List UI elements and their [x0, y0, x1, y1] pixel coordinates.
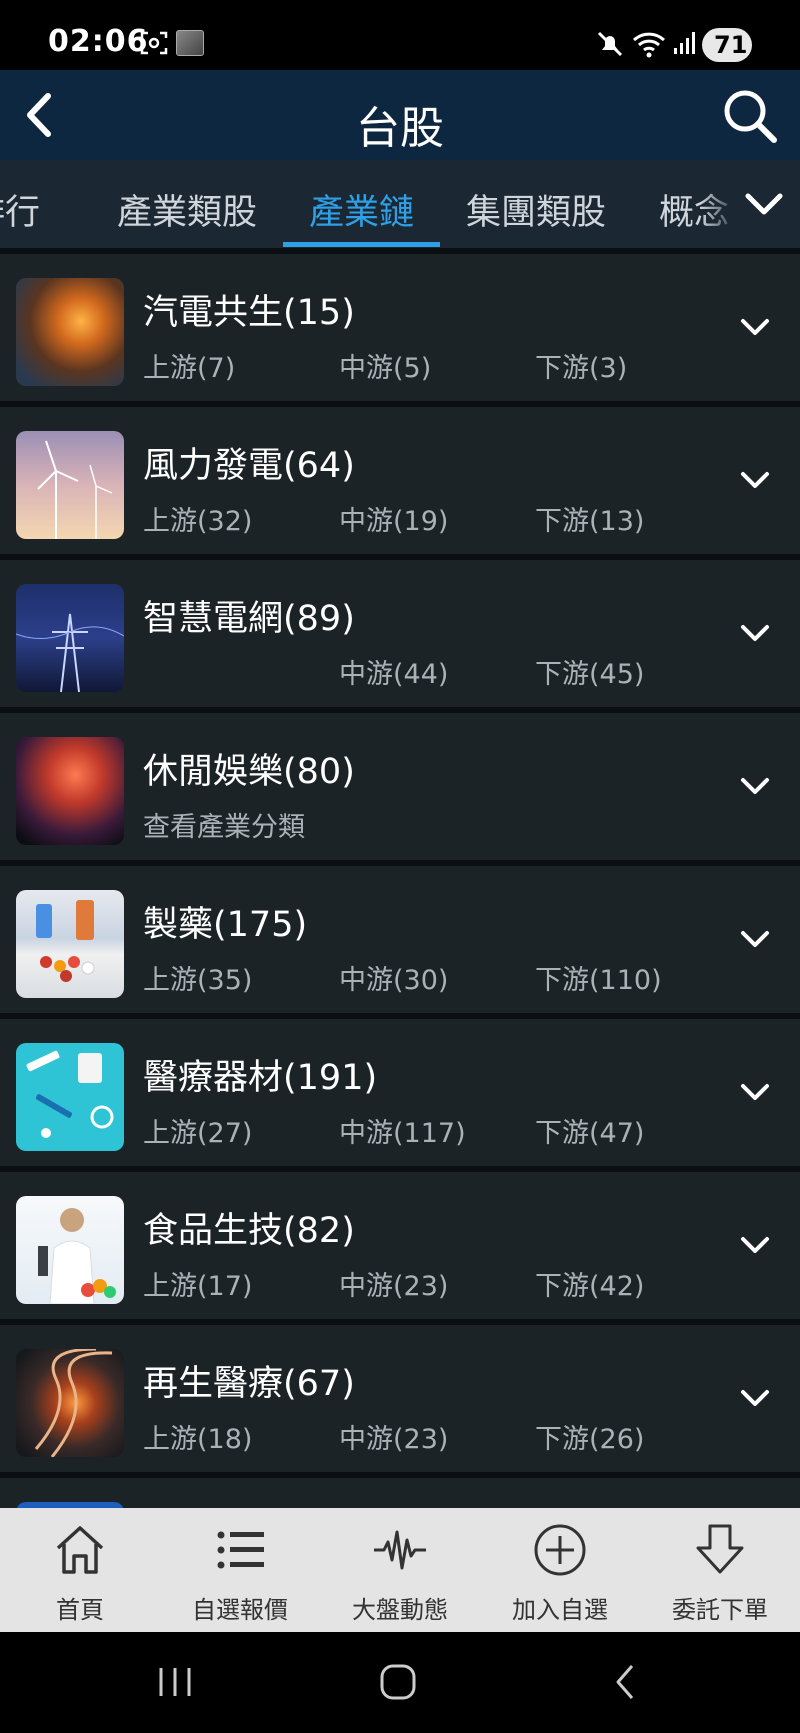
tab-industry-chain[interactable]: 產業鏈 [309, 184, 414, 235]
tab-ranking[interactable]: 排行 [0, 184, 40, 235]
upstream-count[interactable]: 上游(7) [143, 346, 235, 385]
midstream-count[interactable]: 中游(23) [339, 1417, 448, 1456]
pills-graphic [36, 900, 95, 982]
page-title: 台股 [356, 103, 444, 154]
tab-group-stocks[interactable]: 集團類股 [466, 184, 606, 235]
chevron-down-icon[interactable] [738, 928, 772, 950]
nav-label: 大盤動態 [352, 1596, 448, 1624]
category-tab-bar: 排行 產業類股 產業鏈 集團類股 概念 [0, 160, 800, 248]
status-bar: 02:06 71 [0, 0, 800, 70]
industry-thumbnail [16, 1043, 124, 1151]
upstream-count[interactable]: 上游(32) [143, 499, 252, 538]
industry-card-cogeneration[interactable]: 汽電共生(15) 上游(7) 中游(5) 下游(3) [0, 254, 800, 401]
power-tower-graphic [16, 613, 124, 692]
app-header: 台股 [0, 70, 800, 160]
industry-card-pharmaceuticals[interactable]: 製藥(175) 上游(35) 中游(30) 下游(110) [0, 866, 800, 1013]
screenshot-icon [140, 31, 168, 55]
status-time: 02:06 [48, 24, 149, 59]
system-navigation-bar [0, 1632, 800, 1733]
downstream-count[interactable]: 下游(13) [535, 499, 644, 538]
upstream-count[interactable]: 上游(35) [143, 958, 252, 997]
system-back-icon[interactable] [606, 1662, 646, 1702]
industry-card-partial[interactable] [0, 1478, 800, 1508]
recent-apps-icon[interactable] [155, 1664, 195, 1700]
chevron-down-icon[interactable] [738, 622, 772, 644]
chevron-down-icon[interactable] [738, 1081, 772, 1103]
pulse-icon [374, 1530, 426, 1570]
midstream-count[interactable]: 中游(117) [339, 1111, 466, 1150]
midstream-count[interactable]: 中游(44) [339, 652, 448, 691]
nav-add-watchlist[interactable]: 加入自選 [480, 1508, 640, 1632]
downstream-count[interactable]: 下游(3) [535, 346, 627, 385]
bottom-navigation: 首頁 自選報價 大盤動態 加入自選 委託下單 [0, 1508, 800, 1632]
search-icon[interactable] [720, 86, 780, 146]
industry-name: 醫療器材(191) [143, 1058, 378, 1098]
upstream-count[interactable]: 上游(27) [143, 1111, 252, 1150]
industry-name: 智慧電網(89) [143, 599, 355, 639]
battery-indicator: 71 [702, 28, 752, 62]
chevron-down-icon[interactable] [738, 469, 772, 491]
nav-label: 自選報價 [192, 1596, 288, 1624]
active-tab-indicator [283, 242, 440, 247]
home-icon [56, 1526, 104, 1574]
downstream-count[interactable]: 下游(47) [535, 1111, 644, 1150]
download-arrow-icon [696, 1524, 744, 1574]
wifi-icon [632, 32, 666, 58]
industry-card-smart-grid[interactable]: 智慧電網(89) 中游(44) 下游(45) [0, 560, 800, 707]
nav-label: 委託下單 [672, 1596, 768, 1624]
wind-turbine-graphic [37, 440, 113, 539]
nav-home[interactable]: 首頁 [0, 1508, 160, 1632]
industry-card-medical-devices[interactable]: 醫療器材(191) 上游(27) 中游(117) 下游(47) [0, 1019, 800, 1166]
view-classification-link[interactable]: 查看產業分類 [143, 805, 305, 844]
mute-icon [597, 31, 623, 57]
gallery-thumbnail-icon [176, 30, 204, 56]
nav-watchlist[interactable]: 自選報價 [160, 1508, 320, 1632]
industry-name: 製藥(175) [143, 905, 308, 945]
downstream-count[interactable]: 下游(110) [535, 958, 662, 997]
industry-thumbnail [16, 1349, 124, 1457]
chevron-down-icon[interactable] [738, 316, 772, 338]
tab-industry-sectors[interactable]: 產業類股 [117, 184, 257, 235]
scientist-graphic [38, 1208, 116, 1304]
industry-card-regenerative-medicine[interactable]: 再生醫療(67) 上游(18) 中游(23) 下游(26) [0, 1325, 800, 1472]
list-icon [217, 1531, 264, 1569]
downstream-count[interactable]: 下游(26) [535, 1417, 644, 1456]
add-circle-icon [534, 1524, 586, 1576]
nav-label: 首頁 [56, 1596, 104, 1624]
nav-label: 加入自選 [512, 1596, 608, 1624]
industry-chain-list: 汽電共生(15) 上游(7) 中游(5) 下游(3) 風力發電(64) 上游(3… [0, 248, 800, 1508]
nav-market-trend[interactable]: 大盤動態 [320, 1508, 480, 1632]
industry-thumbnail [16, 890, 124, 998]
industry-thumbnail [16, 1196, 124, 1304]
dna-helix-graphic [34, 1349, 113, 1457]
industry-name: 風力發電(64) [143, 446, 355, 486]
industry-thumbnail [16, 278, 124, 386]
midstream-count[interactable]: 中游(5) [339, 346, 431, 385]
signal-icon [674, 32, 695, 54]
industry-name: 汽電共生(15) [143, 293, 355, 333]
industry-name: 再生醫療(67) [143, 1364, 355, 1404]
industry-thumbnail [16, 431, 124, 539]
downstream-count[interactable]: 下游(45) [535, 652, 644, 691]
industry-thumbnail [16, 584, 124, 692]
midstream-count[interactable]: 中游(19) [339, 499, 448, 538]
industry-card-wind-power[interactable]: 風力發電(64) 上游(32) 中游(19) 下游(13) [0, 407, 800, 554]
downstream-count[interactable]: 下游(42) [535, 1264, 644, 1303]
industry-card-leisure-entertainment[interactable]: 休閒娛樂(80) 查看產業分類 [0, 713, 800, 860]
nav-place-order[interactable]: 委託下單 [640, 1508, 800, 1632]
industry-thumbnail [16, 737, 124, 845]
industry-name: 休閒娛樂(80) [143, 752, 355, 792]
industry-name: 食品生技(82) [143, 1211, 355, 1251]
chevron-down-icon[interactable] [738, 1387, 772, 1409]
chevron-down-icon[interactable] [738, 775, 772, 797]
chevron-down-icon[interactable] [738, 1234, 772, 1256]
midstream-count[interactable]: 中游(30) [339, 958, 448, 997]
medical-tools-graphic [26, 1050, 114, 1138]
industry-card-food-biotech[interactable]: 食品生技(82) 上游(17) 中游(23) 下游(42) [0, 1172, 800, 1319]
home-button-icon[interactable] [378, 1662, 418, 1702]
upstream-count[interactable]: 上游(17) [143, 1264, 252, 1303]
upstream-count[interactable]: 上游(18) [143, 1417, 252, 1456]
midstream-count[interactable]: 中游(23) [339, 1264, 448, 1303]
chevron-down-icon[interactable] [742, 184, 786, 224]
